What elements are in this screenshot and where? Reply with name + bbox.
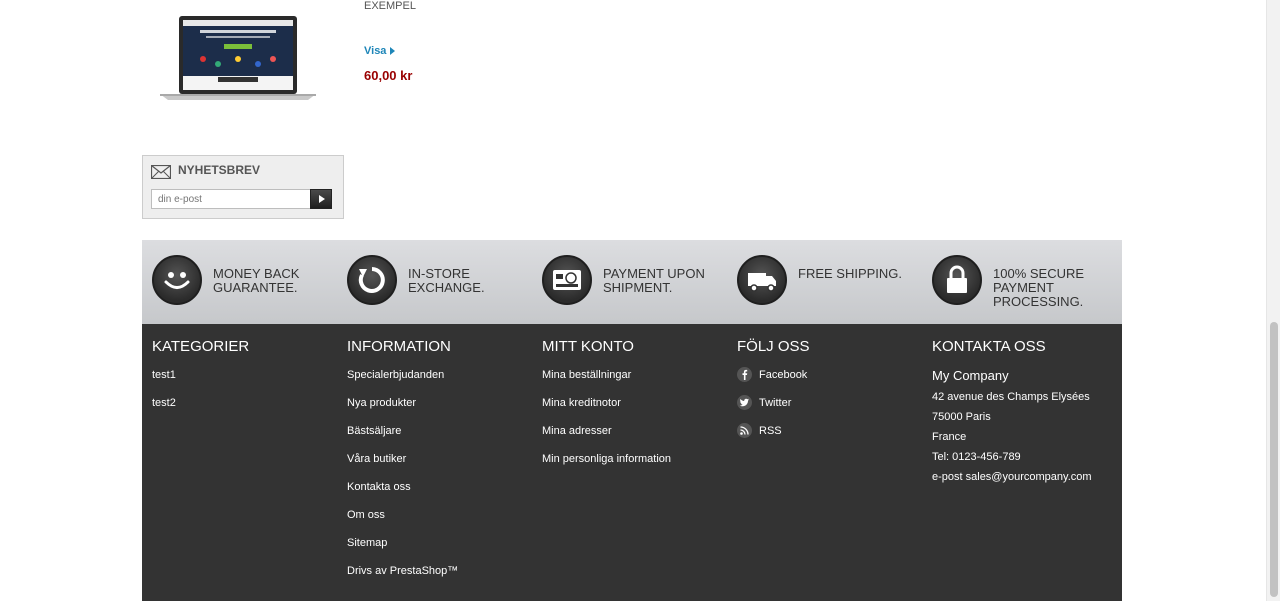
view-link-label: Visa [364,45,387,57]
contact-country: France [932,431,967,443]
twitter-icon [737,395,752,410]
scrollbar-thumb[interactable] [1270,322,1278,597]
footer-info-link[interactable]: Kontakta oss [347,481,411,493]
facebook-link[interactable]: Facebook [759,370,807,381]
refresh-icon [347,255,397,305]
footer-info-link[interactable]: Specialerbjudanden [347,369,444,381]
smiley-icon [152,255,202,305]
credit-card-icon [542,255,592,305]
newsletter-submit-button[interactable] [310,189,332,209]
footer-categories-title: KATEGORIER [152,338,250,355]
footer-contact-title: KONTAKTA OSS [932,338,1046,355]
footer-information-title: INFORMATION [347,338,451,355]
footer-follow-title: FÖLJ OSS [737,338,810,355]
newsletter-block: NYHETSBREV [142,155,344,219]
contact-phone: Tel: 0123-456-789 [932,451,1021,463]
reassurance-item: PAYMENT UPON SHIPMENT. [532,255,722,315]
reassurance-text: IN-STORE EXCHANGE. [408,266,485,295]
reassurance-text: MONEY BACK GUARANTEE. [213,266,300,295]
footer-category-link[interactable]: test2 [152,397,176,409]
lock-icon [932,255,982,305]
footer-info-link[interactable]: Sitemap [347,537,387,549]
product-price: 60,00 kr [364,68,413,83]
footer-info-link[interactable]: Om oss [347,509,385,521]
rss-link[interactable]: RSS [759,426,782,437]
contact-company: My Company [932,368,1009,383]
footer: KATEGORIER test1 test2 INFORMATION Speci… [142,324,1122,601]
footer-account-link[interactable]: Mina adresser [542,425,612,437]
footer-information: INFORMATION Specialerbjudanden Nya produ… [347,338,537,594]
contact-address: 42 avenue des Champs Elysées [932,391,1090,403]
footer-account-link[interactable]: Mina beställningar [542,369,631,381]
facebook-icon [737,367,752,382]
footer-info-link[interactable]: Våra butiker [347,453,406,465]
arrow-right-icon [390,47,396,55]
product-image[interactable] [158,14,318,104]
footer-account-link[interactable]: Min personliga information [542,453,671,465]
reassurance-item: IN-STORE EXCHANGE. [337,255,527,315]
page-scrollbar[interactable] [1266,0,1280,601]
footer-follow: FÖLJ OSS Facebook Twitter RSS [737,338,927,454]
footer-contact: KONTAKTA OSS My Company 42 avenue des Ch… [932,338,1122,491]
footer-info-link[interactable]: Drivs av PrestaShop™ [347,565,458,577]
footer-account: MITT KONTO Mina beställningar Mina kredi… [542,338,732,482]
reassurance-band: MONEY BACK GUARANTEE. IN-STORE EXCHANGE. [142,240,1122,324]
newsletter-title: NYHETSBREV [178,163,261,177]
contact-email[interactable]: e-post sales@yourcompany.com [932,471,1122,491]
reassurance-item: MONEY BACK GUARANTEE. [142,255,332,315]
footer-info-link[interactable]: Nya produkter [347,397,416,409]
reassurance-item: FREE SHIPPING. [727,255,917,315]
twitter-link[interactable]: Twitter [759,398,791,409]
product-label: EXEMPEL [364,0,416,12]
page: EXEMPEL Visa 60,00 kr NYHETSBREV din e-p… [0,0,1280,601]
footer-category-link[interactable]: test1 [152,369,176,381]
footer-account-link[interactable]: Mina kreditnotor [542,397,621,409]
reassurance-item: 100% SECURE PAYMENT PROCESSING. [922,255,1112,315]
truck-icon [737,255,787,305]
play-arrow-icon [319,195,325,203]
reassurance-text: FREE SHIPPING. [798,266,903,281]
contact-postcode: 75000 Paris [932,411,991,423]
reassurance-text: 100% SECURE PAYMENT PROCESSING. [993,266,1085,309]
footer-categories: KATEGORIER test1 test2 [152,338,342,426]
footer-account-title: MITT KONTO [542,338,634,355]
envelope-icon [151,165,171,179]
newsletter-email-input[interactable] [151,189,311,209]
footer-info-link[interactable]: Bästsäljare [347,425,401,437]
view-product-link[interactable]: Visa [364,45,396,57]
rss-icon [737,423,752,438]
reassurance-text: PAYMENT UPON SHIPMENT. [603,266,705,295]
